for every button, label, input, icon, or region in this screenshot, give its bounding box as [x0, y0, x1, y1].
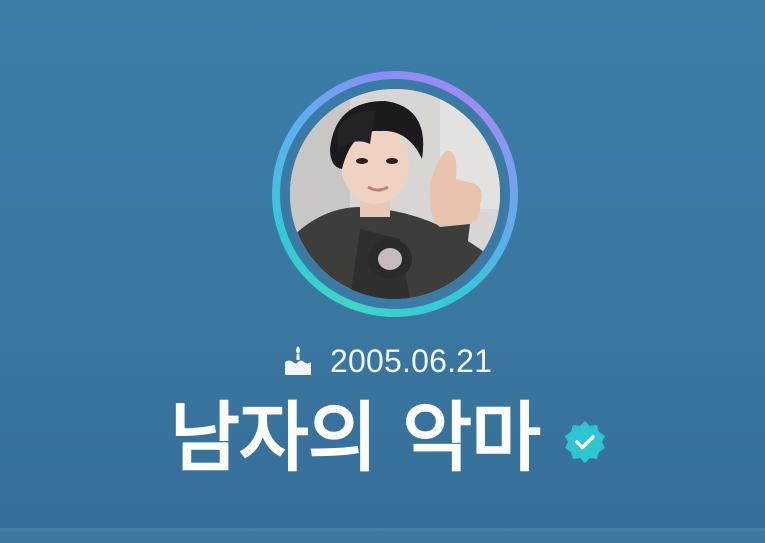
display-name: 남자의 악마: [170, 393, 541, 482]
birthday-row: 2005.06.21: [280, 339, 492, 383]
birthday-date: 2005.06.21: [330, 342, 493, 379]
avatar-photo: [290, 89, 500, 299]
bottom-strip: [0, 531, 765, 543]
name-row: 남자의 악마: [170, 388, 608, 488]
avatar[interactable]: [290, 89, 500, 299]
verified-badge-icon: [565, 421, 606, 463]
cake-icon: [285, 346, 311, 375]
profile-header: 2005.06.21 남자의 악마: [0, 0, 765, 543]
avatar-story-ring[interactable]: [272, 71, 518, 317]
